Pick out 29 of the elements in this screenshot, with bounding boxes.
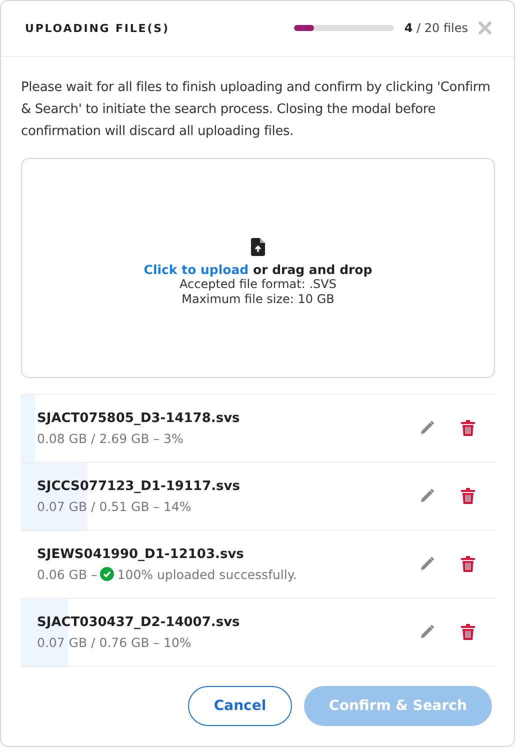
- file-upload-icon: [251, 238, 265, 256]
- edit-button[interactable]: [419, 488, 435, 504]
- file-progress-text: 0.06 GB –: [37, 566, 98, 582]
- file-name: SJCCS077123_D1-19117.svs: [37, 478, 242, 494]
- modal-title: UPLOADING FILE(S): [25, 22, 170, 35]
- edit-button[interactable]: [419, 420, 435, 436]
- instructions-text: Please wait for all files to finish uploading and confirm by clicking 'Confirm & Search' to initiate the search process. Closing the modal before confirmation will discard all uploading files.: [21, 78, 492, 141]
- close-button[interactable]: [478, 21, 492, 36]
- delete-button[interactable]: [460, 624, 476, 640]
- upload-link[interactable]: Click to upload: [144, 262, 249, 278]
- file-count: 4 / 20 files: [404, 21, 468, 36]
- file-name: SJEWS041990_D1-12103.svs: [37, 546, 245, 562]
- file-progress-text: 0.07 GB / 0.51 GB – 14%: [37, 498, 192, 514]
- delete-button[interactable]: [460, 488, 476, 504]
- upload-status: 100% uploaded successfully.: [117, 566, 297, 582]
- file-progress-text: 0.07 GB / 0.76 GB – 10%: [37, 634, 192, 650]
- size-hint: Maximum file size: 10 GB: [182, 292, 334, 308]
- format-hint: Accepted file format: .SVS: [180, 277, 336, 292]
- dropzone[interactable]: Click to upload or drag and drop Accepted file format: .SVS Maximum file size: 10 GB: [21, 158, 495, 378]
- delete-button[interactable]: [460, 420, 476, 436]
- file-name: SJACT030437_D2-14007.svs: [37, 614, 241, 630]
- file-progress-text: 0.08 GB / 2.69 GB – 3%: [37, 430, 184, 446]
- cancel-button[interactable]: Cancel: [188, 686, 292, 726]
- edit-button[interactable]: [419, 624, 435, 640]
- check-icon: [100, 567, 114, 582]
- delete-button[interactable]: [460, 556, 476, 572]
- drag-text: or drag and drop: [252, 262, 372, 278]
- file-name: SJACT075805_D3-14178.svs: [37, 410, 241, 426]
- edit-button[interactable]: [419, 556, 435, 572]
